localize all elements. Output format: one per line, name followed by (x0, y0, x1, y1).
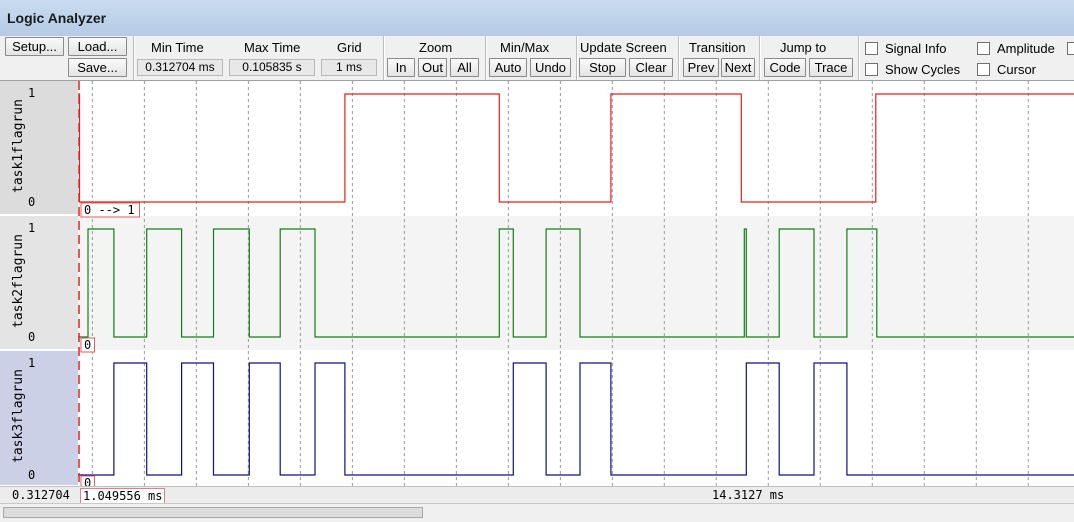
signal-name: task2flagrun (11, 234, 26, 328)
load-button[interactable]: Load... (68, 37, 127, 56)
jump-trace-button[interactable]: Trace (809, 58, 853, 77)
grid-value: 1 ms (321, 59, 377, 76)
zoom-all-button[interactable]: All (450, 58, 479, 77)
toolbar-separator (759, 36, 760, 80)
zoom-label: Zoom (419, 40, 453, 55)
save-button[interactable]: Save... (68, 58, 127, 77)
amplitude-checkbox[interactable] (977, 42, 990, 55)
window-title: Logic Analyzer (7, 10, 107, 26)
toolbar-separator (678, 36, 679, 80)
stop-button[interactable]: Stop (579, 58, 626, 77)
toolbar-separator (858, 36, 859, 80)
cursor-label: Cursor (997, 62, 1037, 77)
update-screen-label: Update Screen (580, 40, 667, 55)
signal-info-label: Signal Info (885, 41, 947, 56)
signal-name: task1flagrun (11, 99, 26, 193)
signal-label-task1[interactable]: task1flagrun 1 0 (0, 81, 78, 215)
center-time-readout: 14.3127 ms (712, 488, 785, 502)
min-time-value: 0.312704 ms (137, 59, 223, 76)
level-high-label: 1 (28, 86, 36, 100)
toolbar-separator (485, 36, 486, 80)
status-bar: 0.312704 1.049556 ms 14.3127 ms (0, 486, 1074, 504)
toolbar-separator (576, 36, 577, 80)
undo-button[interactable]: Undo (530, 58, 571, 77)
transition-annotation-text: 0 (84, 338, 91, 352)
max-time-value: 0.105835 s (229, 59, 315, 76)
max-time-label: Max Time (244, 40, 301, 55)
cursor-checkbox[interactable] (977, 63, 990, 76)
left-time-readout: 0.312704 (12, 488, 70, 502)
zoom-out-button[interactable]: Out (418, 58, 447, 77)
signal-name: task3flagrun (11, 369, 26, 463)
prev-transition-button[interactable]: Prev (683, 58, 719, 77)
toolbar: Setup... Load... Save... Min Time 0.3127… (0, 36, 1074, 81)
cursor-time-readout: 1.049556 ms (80, 488, 166, 504)
level-high-label: 1 (28, 356, 36, 370)
scrollbar-thumb[interactable] (3, 507, 423, 518)
setup-button[interactable]: Setup... (5, 37, 64, 56)
signal-info-checkbox[interactable] (865, 42, 878, 55)
transition-annotation-text: 0 (84, 476, 91, 486)
signal-label-task3[interactable]: task3flagrun 1 0 (0, 351, 78, 486)
title-bar: Logic Analyzer (0, 0, 1074, 37)
zoom-in-button[interactable]: In (387, 58, 415, 77)
show-cycles-checkbox[interactable] (865, 63, 878, 76)
signal-label-column: task1flagrun 1 0 task2flagrun 1 0 task3f… (0, 81, 78, 486)
jump-to-label: Jump to (780, 40, 827, 55)
level-low-label: 0 (28, 330, 36, 344)
toolbar-separator (133, 36, 134, 80)
jump-code-button[interactable]: Code (764, 58, 806, 77)
level-low-label: 0 (28, 468, 36, 482)
extra-checkbox[interactable] (1067, 42, 1074, 55)
waveform-plot[interactable]: 0 --> 1 0 0 (78, 81, 1074, 486)
horizontal-scrollbar[interactable] (0, 503, 1074, 522)
transition-label: Transition (689, 40, 746, 55)
auto-button[interactable]: Auto (489, 58, 527, 77)
show-cycles-label: Show Cycles (885, 62, 961, 77)
next-transition-button[interactable]: Next (721, 58, 755, 77)
minmax-label: Min/Max (500, 40, 550, 55)
grid-label: Grid (337, 40, 362, 55)
level-low-label: 0 (28, 195, 36, 209)
level-high-label: 1 (28, 221, 36, 235)
min-time-label: Min Time (151, 40, 204, 55)
clear-button[interactable]: Clear (629, 58, 673, 77)
signal-label-task2[interactable]: task2flagrun 1 0 (0, 216, 78, 350)
toolbar-separator (383, 36, 384, 80)
amplitude-label: Amplitude (997, 41, 1055, 56)
transition-annotation-text: 0 --> 1 (84, 203, 135, 217)
